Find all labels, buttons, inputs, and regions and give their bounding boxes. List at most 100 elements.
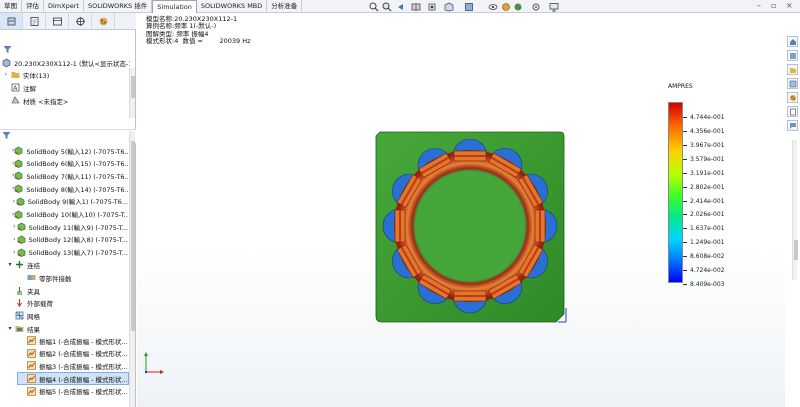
dimxpert-manager-tab[interactable] bbox=[69, 13, 92, 29]
study-filter-icon[interactable] bbox=[2, 131, 11, 142]
fixture-icon bbox=[14, 286, 24, 295]
legend-label: 2.414e-001 bbox=[690, 197, 725, 205]
solidbody-item-label: SolidBody 9(輸入1) (-7075-T6... bbox=[27, 198, 128, 207]
tab-6[interactable]: 分析准备 bbox=[267, 0, 303, 13]
mesh-icon bbox=[14, 311, 24, 320]
annotation-icon: A bbox=[10, 83, 20, 92]
solidbody-item[interactable]: › SolidBody 10(輸入10) (-7075-T... bbox=[12, 209, 128, 220]
solidbody-item-label: SolidBody 11(輸入9) (-7075-T... bbox=[28, 223, 128, 232]
study-item-1[interactable]: 零部件接触 bbox=[18, 272, 128, 283]
tree-item-2[interactable]: 材质 <未指定> bbox=[2, 95, 128, 106]
solidbody-item[interactable]: › SolidBody 8(輸入14) (-7075-T6... bbox=[12, 183, 128, 194]
result-plot-item[interactable]: 振幅2 (-合成振幅 - 模式形状... bbox=[18, 348, 128, 359]
solidbody-item-label: SolidBody 7(輸入11) (-7075-T6... bbox=[26, 172, 128, 181]
custom-properties-icon[interactable] bbox=[787, 106, 798, 117]
property-manager-tab[interactable] bbox=[23, 13, 46, 29]
solidbody-item[interactable]: › SolidBody 9(輸入1) (-7075-T6... bbox=[12, 196, 128, 207]
result-plot-item[interactable]: 振幅3 (-合成振幅 - 模式形状... bbox=[18, 360, 128, 371]
study-tree-filter[interactable] bbox=[0, 129, 136, 143]
view-palette-icon[interactable] bbox=[787, 78, 798, 89]
tab-1[interactable]: 评估 bbox=[22, 0, 44, 13]
appearances-icon[interactable] bbox=[787, 92, 798, 103]
study-item-4[interactable]: 网格 bbox=[6, 310, 128, 321]
tree-item-1[interactable]: A 注解 bbox=[2, 82, 128, 93]
tab-0[interactable]: 草图 bbox=[0, 0, 22, 13]
legend-tick bbox=[683, 242, 687, 244]
minimize-icon[interactable]: – bbox=[757, 2, 761, 10]
result-plot-item-label: 振幅1 (-合成振幅 - 模式形状... bbox=[39, 337, 128, 346]
legend-label: 4.356e-001 bbox=[690, 127, 725, 135]
zoom-fit-icon[interactable] bbox=[368, 1, 379, 12]
graphics-scrollbar[interactable] bbox=[792, 140, 798, 280]
solid-icon bbox=[17, 235, 26, 244]
solidbody-item[interactable]: › SolidBody 6(輸入15) (-7075-T6... bbox=[12, 158, 128, 169]
study-item-5[interactable]: ▾ 结果 bbox=[6, 323, 128, 334]
solidbody-item[interactable]: › SolidBody 12(輸入8) (-7075-T... bbox=[12, 234, 128, 245]
result-plot-item[interactable]: 振幅1 (-合成振幅 - 模式形状... bbox=[18, 335, 128, 346]
apply-scene-icon[interactable] bbox=[512, 1, 523, 12]
close-icon[interactable]: × bbox=[786, 2, 793, 10]
view-orientation-icon[interactable] bbox=[443, 1, 454, 12]
previous-view-icon[interactable] bbox=[395, 1, 406, 12]
result-plot-item[interactable]: 振幅5 (-合成振幅 - 模式形状... bbox=[18, 386, 128, 397]
monitor-icon[interactable] bbox=[548, 1, 559, 12]
plot-icon bbox=[26, 386, 36, 396]
result-plot-item-label: 振幅5 (-合成振幅 - 模式形状... bbox=[39, 388, 128, 397]
configuration-manager-tab[interactable] bbox=[46, 13, 69, 29]
legend-label: 3.579e-001 bbox=[690, 155, 725, 163]
display-style-icon[interactable] bbox=[463, 1, 474, 12]
file-explorer-icon[interactable] bbox=[787, 64, 798, 75]
tree-item-0[interactable]: › 实体(13) bbox=[2, 69, 128, 80]
tree-item-2-label: 材质 <未指定> bbox=[23, 97, 69, 106]
result-plot-item-label: 振幅4 (-合成振幅 - 模式形状... bbox=[39, 375, 128, 384]
panel-tabs bbox=[0, 13, 136, 30]
hide-show-items-icon[interactable] bbox=[487, 1, 498, 12]
forum-icon[interactable] bbox=[787, 120, 798, 131]
tree-filter-icon[interactable] bbox=[2, 44, 15, 55]
study-item-0-label: 连结 bbox=[27, 261, 40, 270]
solidbody-item[interactable]: › SolidBody 7(輸入11) (-7075-T6... bbox=[12, 170, 128, 181]
tree-scrollbar-lower[interactable] bbox=[129, 131, 135, 407]
tree-scrollbar-upper[interactable] bbox=[129, 68, 135, 118]
legend-tick bbox=[683, 228, 687, 230]
edit-appearance-icon[interactable] bbox=[500, 1, 511, 12]
fea-model-view[interactable] bbox=[370, 126, 575, 330]
expander-icon[interactable]: ▾ bbox=[6, 325, 14, 332]
expander-icon[interactable]: ▾ bbox=[6, 261, 14, 268]
section-view-icon[interactable] bbox=[410, 1, 421, 12]
design-library-icon[interactable] bbox=[787, 50, 798, 61]
legend-tick bbox=[683, 284, 687, 285]
solid-icon bbox=[17, 248, 26, 257]
expander-icon[interactable]: › bbox=[2, 71, 10, 78]
legend-label: 2.802e-001 bbox=[690, 183, 725, 191]
study-item-4-label: 网格 bbox=[27, 312, 40, 321]
tab-5[interactable]: SOLIDWORKS MBD bbox=[197, 0, 268, 13]
legend-label: 3.191e-001 bbox=[690, 169, 725, 177]
tree-root-item[interactable]: 20.230X230X112-1 (默认<显示状态-1>) bbox=[2, 57, 130, 68]
display-manager-tab[interactable] bbox=[92, 13, 115, 29]
solidbody-item-label: SolidBody 10(輸入10) (-7075-T... bbox=[26, 211, 128, 219]
result-plot-item[interactable]: 振幅4 (-合成振幅 - 模式形状... bbox=[17, 372, 129, 386]
study-item-0[interactable]: ▾ 连结 bbox=[6, 259, 128, 270]
legend-label: 8.608e-002 bbox=[690, 253, 725, 261]
view-settings-icon[interactable] bbox=[530, 1, 541, 12]
legend-label: 2.026e-001 bbox=[690, 211, 725, 219]
tab-4[interactable]: Simulation bbox=[152, 0, 197, 13]
tab-2[interactable]: DimXpert bbox=[44, 0, 84, 13]
solidbody-item-label: SolidBody 13(輸入7) (-7075-T... bbox=[28, 249, 128, 258]
solid-icon bbox=[14, 171, 23, 181]
tab-3[interactable]: SOLIDWORKS 插件 bbox=[84, 0, 153, 13]
restore-icon[interactable]: ▫ bbox=[771, 2, 776, 10]
solidbody-item[interactable]: › SolidBody 5(輸入12) (-7075-T6... bbox=[12, 145, 128, 156]
solidbody-item-label: SolidBody 5(輸入12) (-7075-T6... bbox=[26, 147, 128, 156]
home-view-icon[interactable] bbox=[787, 36, 798, 47]
solidbody-item-label: SolidBody 12(輸入8) (-7075-T... bbox=[28, 236, 128, 245]
solidbody-item[interactable]: › SolidBody 13(輸入7) (-7075-T... bbox=[12, 247, 128, 258]
feature-manager-tab[interactable] bbox=[0, 13, 23, 29]
solidbody-item[interactable]: › SolidBody 11(輸入9) (-7075-T... bbox=[12, 221, 128, 232]
solid-icon bbox=[16, 197, 25, 206]
study-item-2[interactable]: 夹具 bbox=[6, 285, 128, 296]
zoom-area-icon[interactable] bbox=[381, 1, 392, 12]
dynamic-annotation-icon[interactable] bbox=[426, 1, 437, 12]
study-item-3[interactable]: 外部载荷 bbox=[6, 297, 128, 308]
